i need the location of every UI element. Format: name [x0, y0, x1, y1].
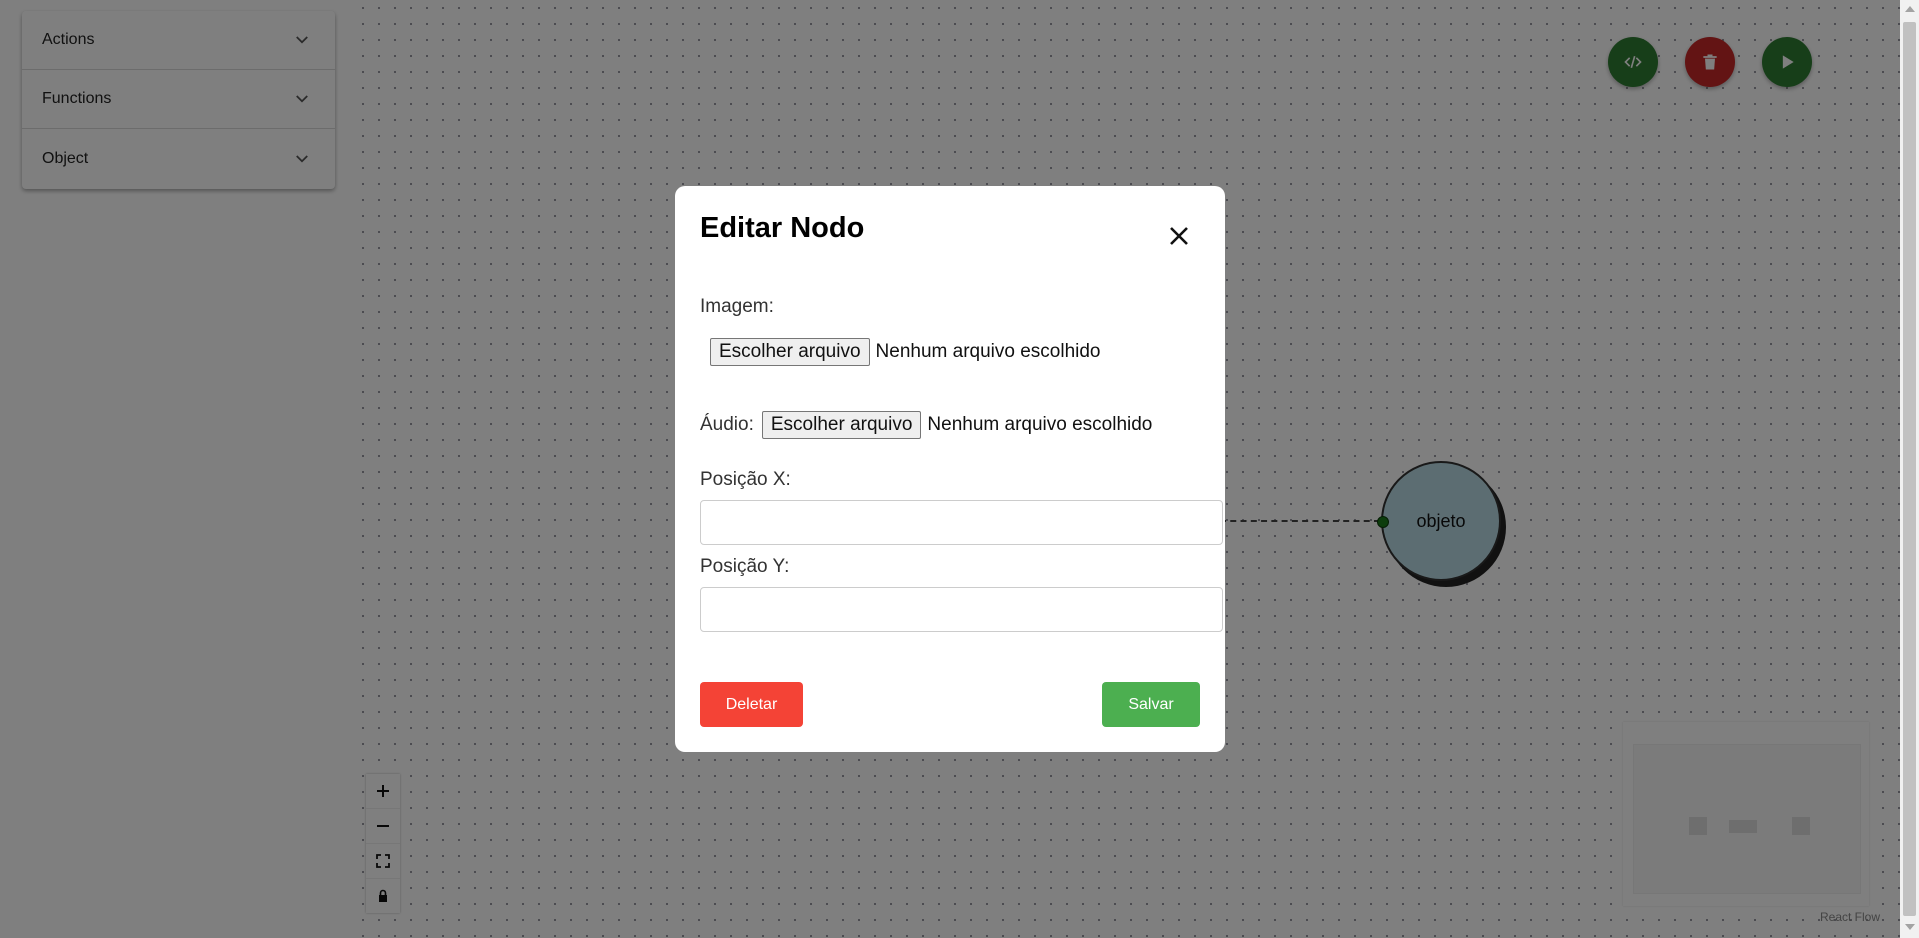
position-x-label: Posição X: — [700, 469, 791, 490]
close-button[interactable] — [1165, 222, 1193, 250]
edit-node-modal: Editar Nodo Imagem: Escolher arquivo Nen… — [675, 186, 1225, 752]
scroll-thumb[interactable] — [1903, 22, 1916, 916]
vertical-scrollbar[interactable] — [1900, 0, 1919, 938]
modal-title: Editar Nodo — [700, 212, 865, 244]
image-choose-file-button[interactable]: Escolher arquivo — [710, 338, 870, 366]
delete-button[interactable]: Deletar — [700, 682, 803, 727]
audio-file-status: Nenhum arquivo escolhido — [927, 414, 1153, 435]
audio-choose-file-button[interactable]: Escolher arquivo — [761, 411, 922, 439]
close-icon — [1170, 227, 1188, 245]
position-x-input[interactable] — [700, 500, 1223, 545]
image-label: Imagem: — [700, 296, 774, 317]
image-file-picker: Escolher arquivo Nenhum arquivo escolhid… — [710, 338, 1101, 366]
audio-file-picker: Áudio: Escolher arquivo Nenhum arquivo e… — [700, 411, 1152, 439]
audio-label: Áudio: — [700, 414, 754, 435]
image-file-status: Nenhum arquivo escolhido — [875, 341, 1101, 362]
save-button[interactable]: Salvar — [1102, 682, 1200, 727]
position-y-input[interactable] — [700, 587, 1223, 632]
scroll-down-icon[interactable] — [1905, 924, 1915, 930]
scroll-up-icon[interactable] — [1905, 6, 1915, 12]
position-y-label: Posição Y: — [700, 556, 790, 577]
